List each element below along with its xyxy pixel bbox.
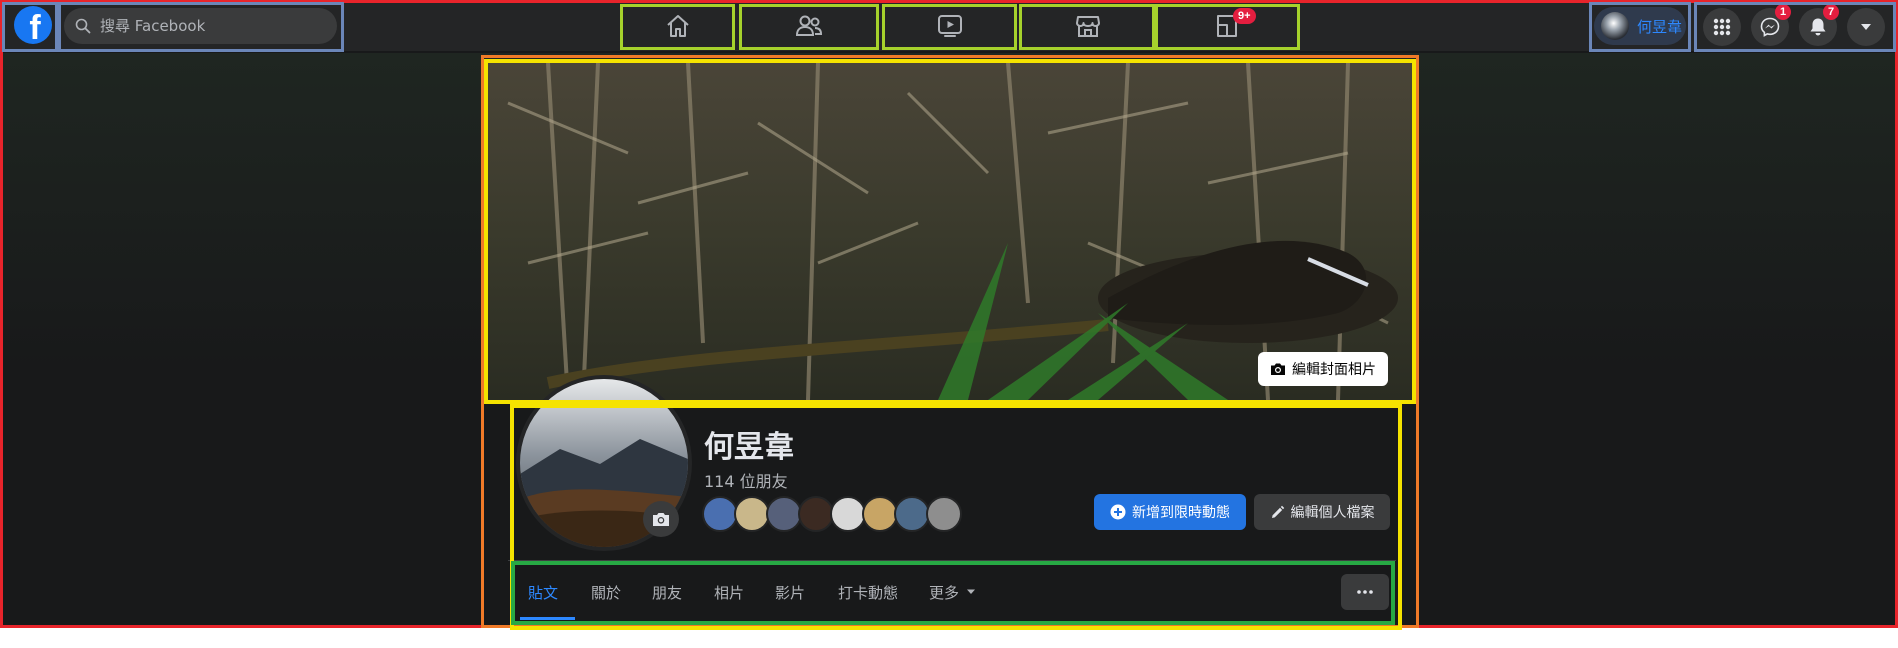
menu-button[interactable] [1703,8,1741,46]
friend-avatar[interactable] [766,496,802,532]
notifications-badge: 7 [1823,4,1840,20]
camera-icon [1271,363,1285,375]
friends-icon [795,15,823,36]
tab-label: 打卡動態 [838,583,899,602]
edit-cover-photo-label: 編輯封面相片 [1292,362,1376,378]
notifications-button[interactable]: 7 [1799,4,1840,46]
friend-avatar[interactable] [798,496,834,532]
video-icon [938,15,962,37]
tab-label: 相片 [714,583,745,602]
nav-gaming-tab[interactable]: 9+ [1159,6,1295,46]
tab-friends[interactable]: 朋友 [652,574,682,610]
active-tab-indicator [520,617,575,620]
edit-profile-button[interactable]: 編輯個人檔案 [1254,494,1390,530]
account-menu-button[interactable] [1847,8,1885,46]
search-icon [75,18,91,34]
caret-down-icon [1861,24,1871,30]
more-horizontal-icon [1357,590,1373,594]
friend-avatar[interactable] [830,496,866,532]
edit-profile-label: 編輯個人檔案 [1290,505,1375,521]
avatar [1601,12,1629,40]
caret-down-icon [967,589,976,594]
more-options-button[interactable] [1341,574,1389,610]
grid-menu-icon [1713,18,1731,36]
tab-photos[interactable]: 相片 [714,574,744,610]
change-profile-picture-button[interactable] [643,501,679,537]
friends-count[interactable]: 114 位朋友 [704,468,788,492]
messenger-badge: 1 [1775,4,1792,20]
facebook-logo[interactable]: f [14,6,52,47]
facebook-logo-glyph: f [29,8,41,47]
friend-avatars [702,496,962,532]
friend-avatar[interactable] [894,496,930,532]
friend-avatar[interactable] [862,496,898,532]
friend-avatar[interactable] [702,496,738,532]
tab-videos[interactable]: 影片 [775,574,805,610]
edit-cover-photo-button[interactable]: 編輯封面相片 [1258,352,1388,386]
messenger-icon [1760,17,1780,37]
add-to-story-button[interactable]: 新增到限時動態 [1094,494,1246,530]
plus-circle-icon [1110,504,1126,520]
nav-watch-tab[interactable] [887,6,1013,46]
pencil-icon [1271,505,1284,518]
profile-shortcut[interactable]: 何昱韋 [1594,7,1686,45]
tabs-divider [508,560,1396,561]
add-to-story-label: 新增到限時動態 [1132,505,1230,521]
tab-check-ins[interactable]: 打卡動態 [838,574,898,610]
cover-photo: 編輯封面相片 [488,63,1412,400]
tab-label: 關於 [591,583,622,602]
camera-icon [653,513,669,526]
tab-label: 影片 [775,583,806,602]
tab-label: 朋友 [652,583,683,602]
gaming-notification-badge: 9+ [1233,8,1256,24]
tab-more[interactable]: 更多 [929,574,977,610]
nav-home-tab[interactable] [625,6,731,46]
tab-about[interactable]: 關於 [591,574,621,610]
tab-posts[interactable]: 貼文 [528,574,558,610]
profile-name: 何昱韋 [704,430,794,465]
bell-icon [1810,18,1826,36]
store-icon [1076,16,1100,37]
cover-photo-image [488,63,1412,400]
messenger-button[interactable]: 1 [1751,4,1792,46]
nav-marketplace-tab[interactable] [1024,6,1152,46]
friend-avatar[interactable] [734,496,770,532]
tab-label: 貼文 [528,583,559,602]
friend-avatar[interactable] [926,496,962,532]
search-box[interactable] [64,8,337,44]
home-icon [667,15,689,37]
nav-friends-tab[interactable] [743,6,875,46]
profile-shortcut-name: 何昱韋 [1637,17,1683,36]
search-input[interactable] [98,16,322,36]
tab-label: 更多 [929,583,960,602]
